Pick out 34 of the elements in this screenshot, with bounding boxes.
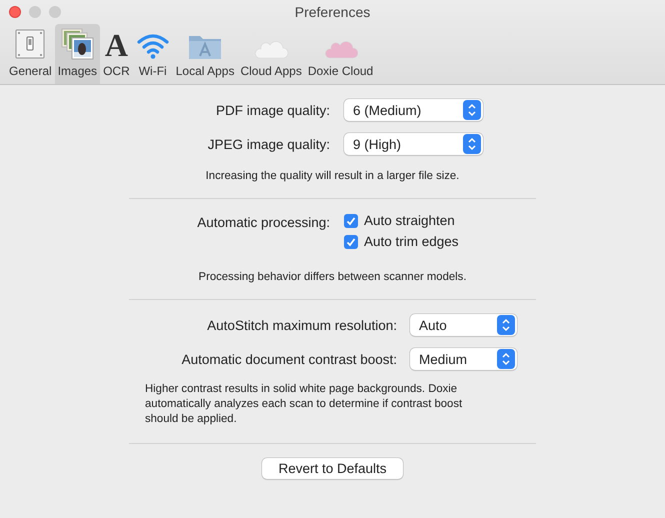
checkbox[interactable]: Auto trim edges <box>344 234 665 249</box>
letter-icon: A <box>104 30 128 60</box>
revert-button[interactable]: Revert to Defaults <box>262 458 403 479</box>
toolbar-tab[interactable]: Images <box>54 24 100 84</box>
help-text: Higher contrast results in solid white page backgrounds. Doxie automatically analyzes each scan to determine if contrast boost should be applied. <box>145 382 464 427</box>
toolbar-tab[interactable]: Cloud Apps <box>237 24 305 84</box>
minimize-button[interactable] <box>29 6 41 18</box>
stepper-icon <box>497 349 515 369</box>
stepper-icon <box>463 134 481 154</box>
toolbar-tab[interactable]: A OCR <box>100 24 133 84</box>
help-text: Processing behavior differs between scanner models. <box>198 271 468 283</box>
zoom-button[interactable] <box>49 6 61 18</box>
field-label: AutoStitch maximum resolution: <box>206 318 397 332</box>
help-text: Increasing the quality will result in a larger file size. <box>204 170 460 182</box>
popup-button[interactable]: Medium <box>410 348 517 370</box>
switch-icon <box>14 28 46 60</box>
wifi-icon <box>136 32 170 60</box>
toolbar-tab[interactable]: General <box>6 24 55 84</box>
stepper-icon <box>463 100 481 120</box>
stepper-icon <box>497 315 515 335</box>
popup-button[interactable]: 9 (High) <box>344 133 483 155</box>
toolbar-tab[interactable]: Wi-Fi <box>132 24 173 84</box>
toolbar-tab[interactable]: Doxie Cloud <box>304 24 376 84</box>
checkbox[interactable]: Auto straighten <box>344 213 665 228</box>
field-label: Automatic processing: <box>196 214 330 230</box>
close-button[interactable] <box>9 6 21 18</box>
photos-icon <box>60 28 94 60</box>
toolbar-tab[interactable]: Local Apps <box>172 24 238 84</box>
window-title: Preferences <box>294 4 370 20</box>
popup-button[interactable]: Auto <box>410 314 517 336</box>
field-label: Automatic document contrast boost: <box>180 352 397 366</box>
field-label: JPEG image quality: <box>206 136 330 152</box>
field-label: PDF image quality: <box>214 102 330 118</box>
popup-button[interactable]: 6 (Medium) <box>344 99 483 121</box>
